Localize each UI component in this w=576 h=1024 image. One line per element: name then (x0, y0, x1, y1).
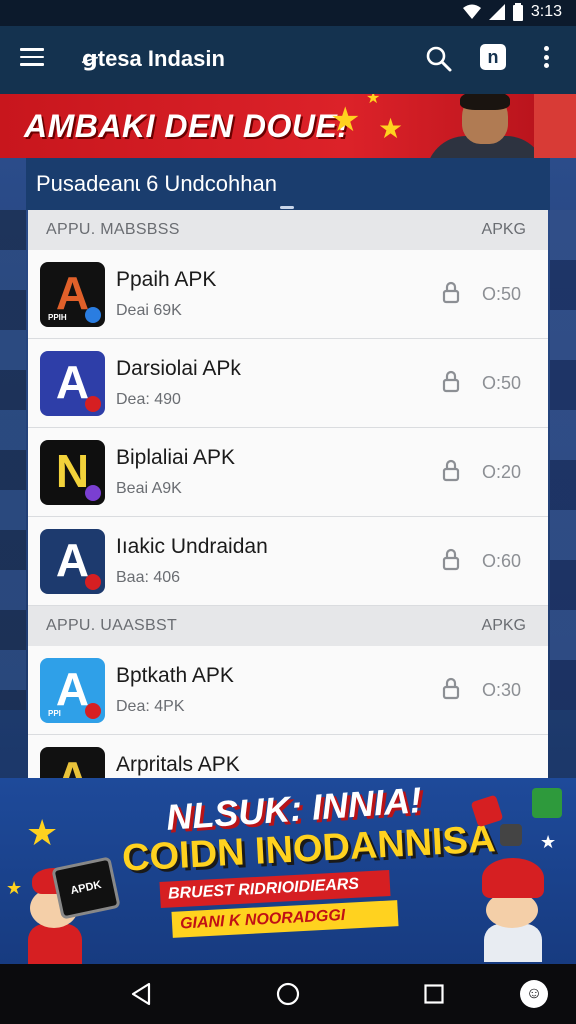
app-icon-label: PPIH (48, 313, 67, 322)
app-size: Baa: 406 (116, 569, 181, 586)
assistant-icon[interactable]: ☺ (520, 980, 548, 1008)
star-icon: ★ (378, 113, 404, 144)
app-size: Dea: 4PK (116, 698, 185, 715)
section-header: APPU. MABSBSS APKG (28, 210, 548, 250)
app-size: Dea: 490 (116, 391, 181, 408)
download-lock-icon[interactable] (442, 370, 460, 394)
section-title: APPU. UAASBST (46, 617, 178, 634)
flag-decoration (534, 94, 576, 158)
app-badge-icon (85, 307, 101, 323)
app-icon: A PPI (40, 658, 105, 723)
list-item[interactable]: A Iıakic Undraidan Baa: 406 O:60 (28, 517, 548, 606)
app-title: ꞡtesa Indasin (82, 46, 225, 71)
app-list: APPU. MABSBSS APKG A PPIH Ppaih APK Deai 69K O… (28, 210, 548, 798)
promo-person-image (426, 94, 546, 158)
signal-icon (488, 4, 505, 20)
app-name: Arpritals APK (116, 753, 240, 776)
list-item[interactable]: A Darsiolai APk Dea: 490 O:50 (28, 339, 548, 428)
home-icon[interactable] (276, 982, 300, 1006)
app-value: O:30 (482, 680, 522, 700)
app-icon: A PPIH (40, 262, 105, 327)
more-options-icon[interactable] (540, 46, 552, 72)
status-bar: 3:13 (0, 0, 576, 26)
app-name: Darsiolai APk (116, 357, 241, 380)
star-icon: ★ (540, 832, 557, 852)
list-item[interactable]: A PPI Bptkath APK Dea: 4PK O:30 (28, 646, 548, 735)
battery-icon (512, 3, 523, 21)
section-header: APPU. UAASBST APKG (28, 606, 548, 646)
promo-text: AMBAKI DEN DOUE! (24, 108, 349, 144)
back-icon[interactable] (130, 982, 152, 1006)
star-icon: ★ (6, 878, 23, 898)
gift-icon (500, 824, 522, 846)
app-value: O:20 (482, 462, 522, 482)
download-lock-icon[interactable] (442, 548, 460, 572)
app-badge-icon (85, 396, 101, 412)
download-lock-icon[interactable] (442, 281, 460, 305)
star-icon: ★ (26, 812, 59, 853)
navigation-bar: ☺ (0, 964, 576, 1024)
download-lock-icon[interactable] (442, 677, 460, 701)
star-icon: ★ (366, 94, 381, 107)
app-value: O:60 (482, 551, 522, 571)
app-name: Iıakic Undraidan (116, 535, 268, 558)
recents-icon[interactable] (424, 984, 444, 1004)
search-icon[interactable] (424, 44, 454, 74)
app-size: Deai 69K (116, 302, 182, 319)
app-badge-icon (85, 485, 101, 501)
background-decoration-left (0, 210, 26, 710)
tab-indicator (280, 206, 294, 209)
promo-banner[interactable]: AMBAKI DEN DOUE! ★ ★ ★ (0, 94, 576, 158)
list-item[interactable]: N Biplaliai APK Beai A9K O:20 (28, 428, 548, 517)
app-name: Ppaih APK (116, 268, 217, 291)
section-label-right: APKG (481, 617, 526, 634)
app-name: Biplaliai APK (116, 446, 236, 469)
banner-tagline: GIANI K NOORADGGI (171, 900, 399, 938)
app-icon: A (40, 351, 105, 416)
wifi-icon (462, 4, 481, 19)
app-bar: ꞡtesa Indasin n (0, 26, 576, 94)
app-value: O:50 (482, 284, 522, 304)
menu-icon[interactable] (20, 48, 44, 68)
app-name: Bptkath APK (116, 664, 234, 687)
app-value: O:50 (482, 373, 522, 393)
app-icon-label: PPI (48, 709, 61, 718)
app-icon: A (40, 529, 105, 594)
nfc-icon[interactable]: n (480, 44, 506, 70)
app-badge-icon (85, 574, 101, 590)
page-header: Pusadeanɩ 6 Undcohhan (26, 158, 550, 210)
status-time: 3:13 (530, 3, 562, 20)
app-badge-icon (85, 703, 101, 719)
mascot-right (468, 858, 558, 962)
section-label-right: APKG (481, 221, 526, 238)
app-size: Beai A9K (116, 480, 182, 497)
background-decoration-right (550, 210, 576, 710)
list-item[interactable]: A PPIH Ppaih APK Deai 69K O:50 (28, 250, 548, 339)
page-title: Pusadeanɩ 6 Undcohhan (36, 171, 277, 196)
section-title: APPU. MABSBSS (46, 221, 180, 238)
star-icon: ★ (330, 101, 361, 139)
download-lock-icon[interactable] (442, 459, 460, 483)
gift-icon (532, 788, 562, 818)
app-icon: N (40, 440, 105, 505)
